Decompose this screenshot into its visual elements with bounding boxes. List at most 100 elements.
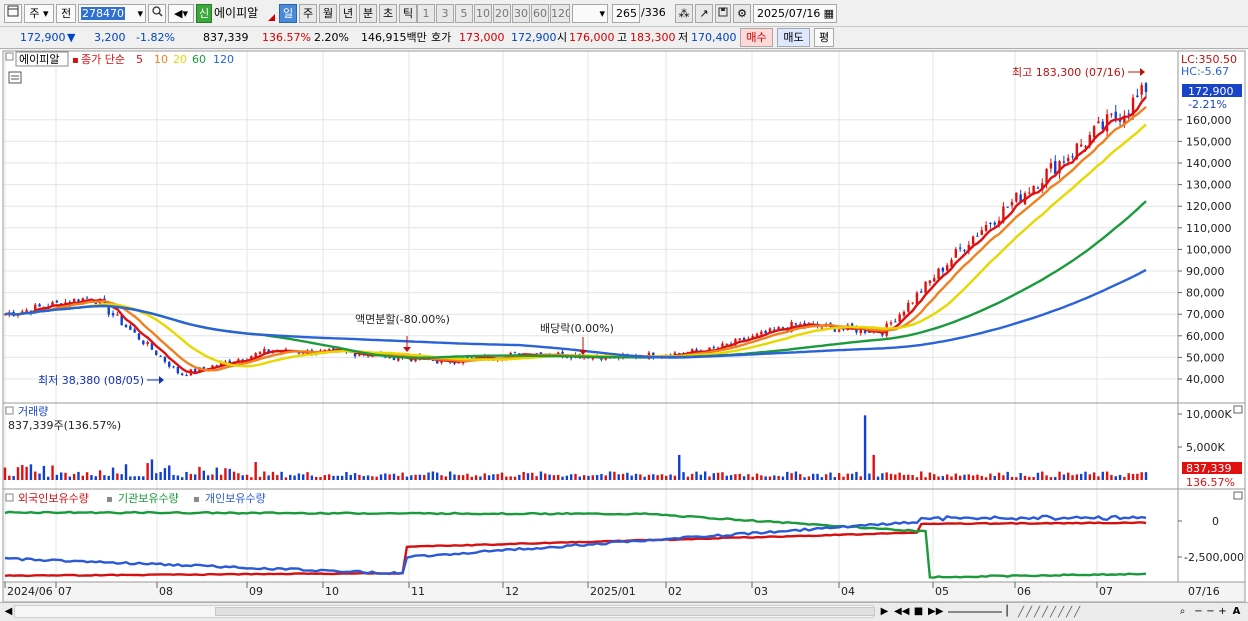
legend-box-icon: [5, 52, 14, 61]
volume-bar: [289, 474, 292, 480]
volume-bar: [548, 474, 551, 480]
candle-body: [1062, 161, 1066, 163]
volume-bar: [1010, 476, 1014, 480]
volume-bar: [487, 475, 491, 480]
minute-3-button[interactable]: 3: [436, 4, 454, 23]
candle-body: [1006, 206, 1009, 208]
period-minute-tab[interactable]: 분: [359, 4, 377, 23]
zoom-handle-icon[interactable]: ▏: [1004, 604, 1017, 619]
volume-bar: [721, 472, 724, 480]
minute-30-button[interactable]: 30: [512, 4, 530, 23]
minute-60-button[interactable]: 60: [531, 4, 549, 23]
volume-bar: [397, 475, 400, 480]
draw-tool-icon[interactable]: ↗: [695, 4, 713, 23]
volume-bar: [881, 473, 884, 480]
scroll-track[interactable]: [14, 605, 875, 618]
period-tick-tab[interactable]: 틱: [399, 4, 417, 23]
trade-volume: 837,339: [203, 31, 249, 44]
overlay-icon[interactable]: ⁂: [675, 4, 693, 23]
volume-bar: [159, 471, 162, 480]
volume-bar: [1006, 471, 1009, 480]
speaker-icon[interactable]: ◀▾: [168, 4, 194, 23]
volume-bar: [319, 477, 322, 480]
search-icon[interactable]: [148, 4, 166, 23]
volume-bar: [665, 475, 668, 480]
volume-bar: [1144, 472, 1148, 480]
volume-bar: [660, 474, 664, 480]
candle-body: [902, 311, 906, 316]
zoom-in-icon[interactable]: ⌕: [1176, 604, 1189, 619]
volume-bar: [150, 459, 154, 480]
save-icon[interactable]: [715, 4, 731, 23]
chevron-down-icon[interactable]: ▾: [137, 5, 143, 22]
volume-bar: [911, 475, 914, 480]
period-second-tab[interactable]: 초: [379, 4, 397, 23]
period-week-tab[interactable]: 주: [299, 4, 317, 23]
volume-bar: [595, 475, 599, 480]
volume-bar: [656, 475, 659, 480]
volume-bar: [16, 467, 20, 480]
buy-button[interactable]: 매수: [740, 28, 773, 47]
font-size-icon[interactable]: A: [1230, 604, 1243, 619]
minute-5-button[interactable]: 5: [455, 4, 473, 23]
volume-bar: [431, 471, 435, 480]
candle-body: [820, 327, 824, 329]
hc-label: HC:-5.67: [1181, 65, 1229, 78]
volume-bar: [172, 474, 175, 480]
zoom-slider[interactable]: [948, 611, 1002, 613]
volume-bar: [1140, 472, 1143, 480]
volume-bar: [345, 471, 348, 480]
volume-bar: [284, 477, 288, 480]
minute-120-button[interactable]: 120: [550, 4, 570, 23]
compare-button[interactable]: 전: [56, 4, 76, 23]
volume-bar: [1067, 472, 1070, 480]
period-day-tab[interactable]: 일: [279, 4, 297, 23]
period-year-tab[interactable]: 년: [339, 4, 357, 23]
minute-1-button[interactable]: 1: [417, 4, 435, 23]
candle-body: [1049, 163, 1053, 169]
chart-area[interactable]: 160,000 150,000 140,000 130,000 120,000 110,0…: [0, 50, 1248, 603]
minute-10-button[interactable]: 10: [474, 4, 492, 23]
market-type-select[interactable]: 주 ▾: [24, 4, 54, 23]
volume-bar: [682, 472, 685, 480]
stock-code-input[interactable]: 278470 ▾: [78, 4, 146, 23]
minute-20-button[interactable]: 20: [493, 4, 511, 23]
gear-icon[interactable]: ⚙: [733, 4, 751, 23]
y-tick-label: 40,000: [1186, 373, 1225, 386]
interval-select[interactable]: ▾: [572, 4, 608, 23]
split-annotation: 액면분할(-80.00%): [355, 313, 450, 326]
volume-bar: [786, 471, 789, 480]
volume-bar: [1028, 476, 1031, 480]
period-month-tab[interactable]: 월: [319, 4, 337, 23]
rewind-icon[interactable]: ◀◀: [894, 604, 909, 619]
volume-bar: [673, 475, 677, 480]
candle-body: [181, 373, 184, 376]
stock-chart[interactable]: 160,000 150,000 140,000 130,000 120,000 110,0…: [0, 50, 1248, 603]
x-tick-label: 09: [249, 585, 263, 598]
date-input[interactable]: 2025/07/16 ▦: [753, 4, 837, 23]
eval-button[interactable]: 평: [814, 28, 834, 47]
volume-bar: [1032, 477, 1035, 480]
scroll-thumb[interactable]: [215, 607, 875, 616]
volume-bar: [1054, 476, 1057, 480]
candle-body: [980, 230, 983, 235]
count-input[interactable]: 265: [612, 4, 640, 23]
stop-icon[interactable]: ■: [912, 604, 925, 619]
window-icon[interactable]: [4, 4, 22, 23]
volume-bar: [725, 475, 728, 480]
volume-bar: [522, 471, 525, 480]
play-icon[interactable]: ▶▶: [928, 604, 943, 619]
sell-button[interactable]: 매도: [777, 28, 810, 47]
volume-bar: [237, 473, 240, 480]
calendar-icon[interactable]: ▦: [824, 5, 834, 22]
volume-bar: [85, 472, 89, 480]
dividend-annotation: 배당락(0.00%): [540, 322, 614, 335]
volume-bar: [876, 476, 880, 480]
volume-bar: [1092, 472, 1096, 480]
drawing-tools[interactable]: ╱╱╱╱╱╱╱╱: [1018, 607, 1168, 619]
plus-icon[interactable]: +: [1216, 604, 1229, 619]
volume-bar: [276, 475, 279, 480]
scroll-right-icon[interactable]: ▶: [878, 604, 891, 619]
volume-bar: [812, 473, 815, 480]
volume-panel-close-icon: [1233, 405, 1243, 414]
